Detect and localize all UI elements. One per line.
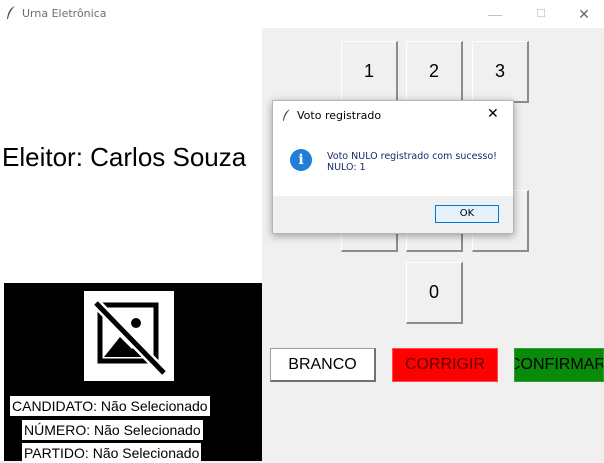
ok-button[interactable]: OK (435, 205, 499, 223)
candidate-name: CANDIDATO: Não Selecionado (10, 396, 210, 416)
close-button[interactable]: ✕ (564, 0, 604, 28)
candidate-party: PARTIDO: Não Selecionado (22, 443, 202, 463)
feather-icon (282, 109, 291, 121)
vote-registered-dialog: Voto registrado ✕ i Voto NULO registrado… (272, 100, 514, 234)
dialog-message-line2: NULO: 1 (327, 162, 366, 173)
corrigir-button[interactable]: CORRIGIR (392, 348, 498, 382)
dialog-message-line1: Voto NULO registrado com sucesso! (327, 151, 497, 162)
no-image-icon (92, 299, 168, 377)
dialog-close-button[interactable]: ✕ (487, 105, 499, 122)
dialog-title: Voto registrado (297, 109, 382, 122)
title-bar: Urna Eletrônica — ☐ ✕ (0, 0, 604, 28)
key-0[interactable]: 0 (406, 262, 463, 324)
maximize-button[interactable]: ☐ (518, 0, 564, 28)
key-1[interactable]: 1 (341, 41, 398, 103)
key-2[interactable]: 2 (406, 41, 463, 103)
minimize-button[interactable]: — (472, 0, 518, 28)
info-icon: i (290, 149, 312, 171)
candidate-number: NÚMERO: Não Selecionado (22, 420, 203, 440)
feather-icon (7, 6, 15, 19)
branco-button[interactable]: BRANCO (270, 348, 376, 382)
confirmar-button[interactable]: CONFIRMAR (514, 348, 604, 382)
window-title: Urna Eletrônica (22, 7, 107, 20)
dialog-message: Voto NULO registrado com sucesso! NULO: … (327, 151, 497, 173)
confirmar-label: CONFIRMAR (514, 356, 604, 373)
candidate-photo (84, 291, 174, 381)
key-3[interactable]: 3 (472, 41, 529, 103)
voter-label: Eleitor: Carlos Souza (2, 142, 247, 172)
